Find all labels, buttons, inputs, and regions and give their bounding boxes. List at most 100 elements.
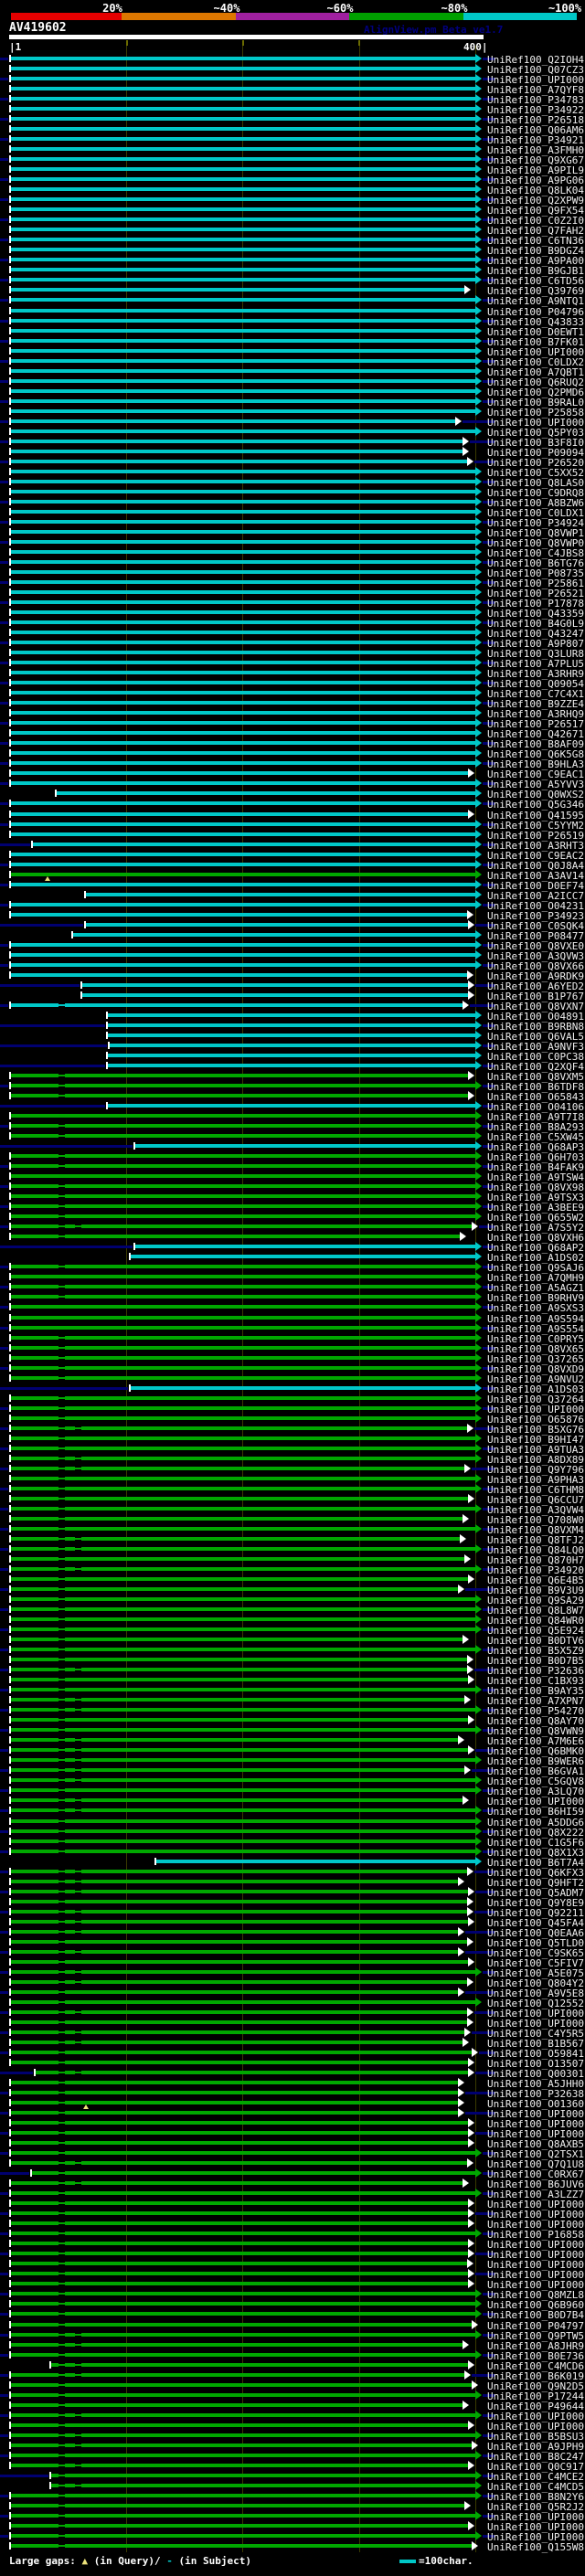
bar-gap-thin-line [58, 2162, 66, 2164]
arrowhead-icon [462, 1635, 469, 1644]
row-connector-left [0, 1105, 105, 1108]
alignment-bar [110, 1044, 475, 1047]
arrowhead-icon [474, 164, 482, 174]
subject-label: UniRef100_Q8VXD9 [487, 1363, 584, 1375]
subject-label: UniRef100_B9AY35 [487, 1685, 584, 1697]
row-connector-left [0, 2475, 48, 2477]
arrowhead-icon [468, 1745, 475, 1754]
alignment-bar [11, 540, 475, 544]
alignment-bar [11, 903, 475, 906]
row-connector-left [0, 802, 9, 805]
row-connector-left [0, 380, 9, 383]
subject-label: UniRef100_A3BEE9 [487, 1202, 584, 1214]
bar-gap-thin-line [58, 1518, 66, 1520]
row-connector-left [0, 2535, 9, 2538]
arrowhead-icon [468, 1715, 475, 1724]
bar-gap-thin-line [58, 2102, 66, 2104]
subject-label: UniRef100_A9S554 [487, 1323, 584, 1335]
alignment-row: UniRef100_O04106 [0, 1101, 585, 1113]
alignment-bar [11, 2333, 475, 2337]
arrowhead-icon [462, 447, 469, 456]
subject-label: UniRef100_O04891 [487, 1011, 584, 1023]
alignment-row: UniRef100_C0LDX2 [0, 356, 585, 368]
subject-label: UniRef100_B1P767 [487, 991, 584, 1002]
row-connector-left [0, 2394, 9, 2397]
alignment-row: UniRef100_UPI000.. [0, 2128, 585, 2140]
row-connector-left [0, 1991, 9, 1994]
alignment-bar [11, 853, 475, 856]
alignment-bar [11, 2181, 463, 2185]
alignment-bar [11, 157, 475, 161]
arrowhead-icon [474, 54, 482, 63]
subject-label: UniRef100_Q2XPW9 [487, 195, 584, 207]
bar-gap-thin-line [75, 1568, 82, 1570]
arrowhead-icon [474, 2189, 482, 2198]
arrowhead-icon [464, 285, 472, 294]
bar-gap [58, 1698, 66, 1701]
alignment-row: UniRef100_Q45FA4 [0, 1917, 585, 1929]
subject-label: UniRef100_A9RDK9 [487, 970, 584, 982]
bar-gap [58, 1224, 66, 1228]
subject-label: UniRef100_C9SK65 [487, 1947, 584, 1959]
bar-gap [58, 1416, 66, 1420]
alignment-row: UniRef100_O04231 [0, 900, 585, 912]
bar-gap-thin-line [58, 2202, 66, 2204]
subject-label: UniRef100_UPI000.. [487, 2511, 585, 2523]
row-connector-left [0, 2334, 9, 2337]
alignment-row: UniRef100_Q9SAJ6 [0, 1262, 585, 1274]
subject-label: UniRef100_B9HI47 [487, 1434, 584, 1446]
alignment-row: UniRef100_UPI000.. [0, 2239, 585, 2251]
bar-gap [75, 1970, 82, 1974]
arrowhead-icon [464, 2501, 472, 2510]
bar-gap [58, 2091, 66, 2094]
bar-gap [75, 1870, 82, 1873]
alignment-row: UniRef100_B6JUV6 [0, 2178, 585, 2190]
bar-gap [58, 1587, 66, 1591]
alignment-bar [11, 1638, 463, 1641]
alignment-bar [11, 2201, 469, 2205]
arrowhead-icon [474, 1705, 482, 1714]
bar-gap-thin-line [58, 2072, 66, 2073]
alignment-row: UniRef100_UPI000.. [0, 2269, 585, 2281]
subject-label: UniRef100_B1B567 [487, 2038, 584, 2050]
arrowhead-icon [474, 205, 482, 214]
bar-gap [58, 2242, 66, 2245]
arrowhead-icon [466, 1655, 473, 1664]
row-connector-left [0, 1225, 9, 1228]
alignment-bar [11, 2000, 475, 2004]
row-connector-left [0, 158, 9, 161]
alignment-row: UniRef100_B6GVA1 [0, 1765, 585, 1777]
alignment-row: UniRef100_C4Y5R5 [0, 2028, 585, 2040]
subject-label: UniRef100_UPI000.. [487, 2249, 585, 2261]
subject-label: UniRef100_C4Y5R5 [487, 2028, 584, 2040]
alignment-bar [50, 2474, 475, 2477]
bar-gap [58, 1950, 66, 1954]
arrowhead-icon [474, 154, 482, 164]
bar-gap-thin-line [58, 1749, 66, 1751]
alignment-row: UniRef100_Q9HFT2 [0, 1877, 585, 1889]
row-connector-left [0, 400, 9, 403]
scale-label-100: ~100% [548, 2, 582, 15]
alignment-row: UniRef100_Q8VWP1 [0, 527, 585, 539]
bar-gap-thin-line [58, 2374, 66, 2376]
row-connector-left [0, 1850, 9, 1853]
row-connector-left [0, 2172, 30, 2175]
alignment-row: UniRef100_C0RX67 [0, 2168, 585, 2180]
subject-label: UniRef100_P04796 [487, 306, 584, 318]
alignment-row: UniRef100_Q8VX66 [0, 960, 585, 972]
alignment-bar [11, 1527, 475, 1531]
bar-gap [75, 1880, 82, 1883]
alignment-bar [11, 1497, 469, 1500]
arrowhead-icon [474, 387, 482, 396]
alignment-row: UniRef100_D0EF74 [0, 880, 585, 892]
row-connector-left [0, 501, 9, 504]
alignment-bar [11, 1457, 475, 1460]
bar-gap-thin-line [58, 2062, 66, 2063]
subject-label: UniRef100_Q9FX54 [487, 205, 584, 217]
alignment-bar [11, 500, 475, 504]
alignment-row: UniRef100_Q6K5G8 [0, 748, 585, 760]
subject-label: UniRef100_Q8VWN9 [487, 1725, 584, 1737]
subject-label: UniRef100_Q9XG67 [487, 154, 584, 166]
bar-gap [75, 1698, 82, 1701]
alignment-bar [11, 319, 475, 323]
